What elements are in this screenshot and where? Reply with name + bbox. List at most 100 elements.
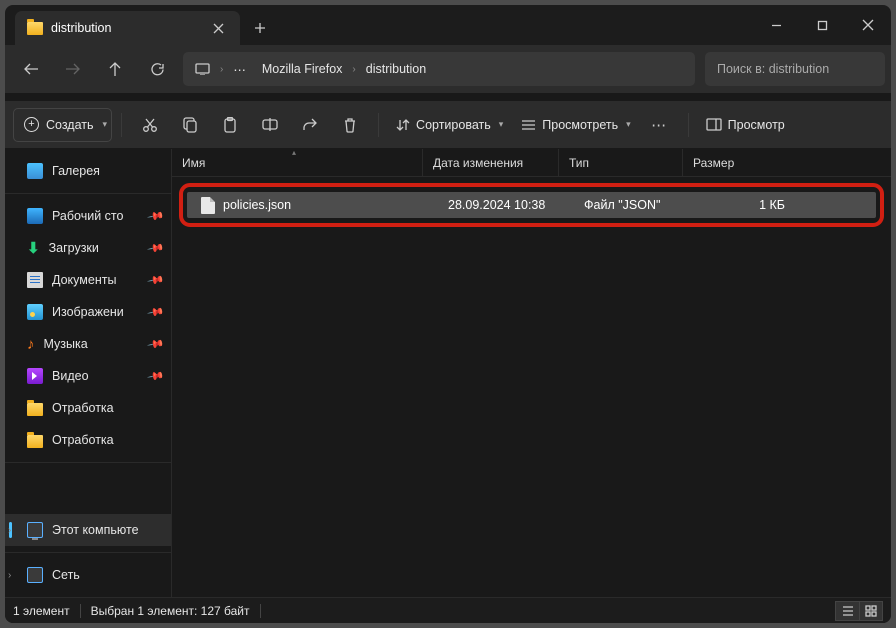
maximize-button[interactable] xyxy=(799,5,845,45)
view-details-button[interactable] xyxy=(835,601,859,621)
sidebar-item-video[interactable]: Видео 📌 xyxy=(5,360,171,392)
sidebar-item-label: Отработка xyxy=(52,401,114,415)
chevron-down-icon: ▾ xyxy=(626,119,631,130)
pin-icon: 📌 xyxy=(147,239,166,258)
sidebar-item-folder[interactable]: Отработка xyxy=(5,424,171,456)
column-header-date[interactable]: Дата изменения xyxy=(423,149,559,176)
minimize-button[interactable] xyxy=(753,5,799,45)
pin-icon: 📌 xyxy=(147,335,166,354)
folder-icon xyxy=(27,435,43,448)
nav-bar: › ⋯ Mozilla Firefox › distribution Поиск… xyxy=(5,45,891,93)
sidebar-divider xyxy=(5,193,171,194)
column-header-type[interactable]: Тип xyxy=(559,149,683,176)
sidebar-item-music[interactable]: ♪ Музыка 📌 xyxy=(5,328,171,360)
pictures-icon xyxy=(27,304,43,320)
up-button[interactable] xyxy=(95,52,135,86)
close-button[interactable] xyxy=(845,5,891,45)
chevron-down-icon: ▾ xyxy=(499,119,504,130)
chevron-right-icon[interactable]: › xyxy=(218,64,225,75)
path-segment-distribution[interactable]: distribution xyxy=(358,52,434,86)
preview-pane-button[interactable]: Просмотр xyxy=(698,108,793,142)
forward-button[interactable] xyxy=(53,52,93,86)
file-row[interactable]: policies.json 28.09.2024 10:38 Файл "JSO… xyxy=(187,192,876,218)
sidebar-item-gallery[interactable]: Галерея xyxy=(5,155,171,187)
cell-date: 28.09.2024 10:38 xyxy=(448,198,584,212)
sidebar-divider xyxy=(5,462,171,463)
sidebar-item-label: Рабочий сто xyxy=(52,209,123,223)
network-icon xyxy=(27,567,43,583)
share-button[interactable] xyxy=(291,108,329,142)
pin-icon: 📌 xyxy=(147,207,166,226)
sidebar-item-label: Этот компьюте xyxy=(52,523,139,537)
sidebar-item-downloads[interactable]: ⬇ Загрузки 📌 xyxy=(5,232,171,264)
cell-type: Файл "JSON" xyxy=(584,198,708,212)
file-icon xyxy=(201,197,215,214)
tab-close-button[interactable] xyxy=(204,14,232,42)
new-button[interactable]: + Создать ▾ xyxy=(13,108,112,142)
sidebar-item-desktop[interactable]: Рабочий сто 📌 xyxy=(5,200,171,232)
path-root-icon[interactable] xyxy=(187,52,218,86)
gallery-icon xyxy=(27,163,43,179)
folder-icon xyxy=(27,22,43,35)
sidebar-item-documents[interactable]: Документы 📌 xyxy=(5,264,171,296)
sidebar-item-thispc[interactable]: › Этот компьюте xyxy=(5,514,171,546)
status-count: 1 элемент xyxy=(13,604,70,618)
column-headers: ▴ Имя Дата изменения Тип Размер xyxy=(172,149,891,177)
desktop-icon xyxy=(27,208,43,224)
view-mode-toggles xyxy=(835,601,883,621)
column-header-name[interactable]: Имя xyxy=(172,149,423,176)
chevron-down-icon: ▾ xyxy=(103,119,108,130)
spacer xyxy=(5,93,891,101)
window-tab[interactable]: distribution xyxy=(15,11,240,45)
separator xyxy=(688,113,689,137)
cell-size: 1 КБ xyxy=(708,198,793,212)
title-bar: distribution xyxy=(5,5,891,45)
address-bar[interactable]: › ⋯ Mozilla Firefox › distribution xyxy=(183,52,695,86)
more-button[interactable]: ⋯ xyxy=(641,108,679,142)
explorer-window: distribution xyxy=(5,5,891,623)
view-thumbnails-button[interactable] xyxy=(859,601,883,621)
sort-button[interactable]: Сортировать ▾ xyxy=(388,108,511,142)
path-segment-firefox[interactable]: Mozilla Firefox xyxy=(254,52,351,86)
search-input[interactable]: Поиск в: distribution xyxy=(705,52,885,86)
column-header-size[interactable]: Размер xyxy=(683,149,891,176)
sort-label: Сортировать xyxy=(416,118,491,132)
chevron-right-icon[interactable]: › xyxy=(8,525,22,536)
sidebar-item-label: Видео xyxy=(52,369,89,383)
sidebar-item-network[interactable]: › Сеть xyxy=(5,559,171,591)
refresh-button[interactable] xyxy=(137,52,177,86)
preview-label: Просмотр xyxy=(728,118,785,132)
sidebar-item-label: Изображени xyxy=(52,305,124,319)
toolbar: + Создать ▾ Сортировать ▾ xyxy=(5,101,891,149)
pin-icon: 📌 xyxy=(147,367,166,386)
cut-button[interactable] xyxy=(131,108,169,142)
sidebar-item-label: Отработка xyxy=(52,433,114,447)
copy-button[interactable] xyxy=(171,108,209,142)
tab-title: distribution xyxy=(51,21,196,35)
view-button[interactable]: Просмотреть ▾ xyxy=(513,108,638,142)
paste-button[interactable] xyxy=(211,108,249,142)
highlight-callout: policies.json 28.09.2024 10:38 Файл "JSO… xyxy=(179,183,884,227)
sort-indicator-icon: ▴ xyxy=(292,149,296,157)
status-selected: Выбран 1 элемент: 127 байт xyxy=(91,604,250,618)
video-icon xyxy=(27,368,43,384)
cell-name: policies.json xyxy=(223,198,448,212)
chevron-right-icon[interactable]: › xyxy=(8,570,22,581)
sidebar-item-label: Галерея xyxy=(52,164,100,178)
new-tab-button[interactable] xyxy=(240,11,280,45)
sidebar-item-label: Музыка xyxy=(44,337,88,351)
back-button[interactable] xyxy=(11,52,51,86)
plus-icon: + xyxy=(24,117,39,132)
sidebar-item-pictures[interactable]: Изображени 📌 xyxy=(5,296,171,328)
folder-icon xyxy=(27,403,43,416)
separator xyxy=(260,604,261,618)
delete-button[interactable] xyxy=(331,108,369,142)
sidebar-item-label: Документы xyxy=(52,273,116,287)
path-ellipsis[interactable]: ⋯ xyxy=(225,52,254,86)
chevron-right-icon[interactable]: › xyxy=(350,64,357,75)
separator xyxy=(121,113,122,137)
rename-button[interactable] xyxy=(251,108,289,142)
sidebar: Галерея Рабочий сто 📌 ⬇ Загрузки 📌 Докум… xyxy=(5,149,172,597)
sidebar-item-folder[interactable]: Отработка xyxy=(5,392,171,424)
sidebar-divider xyxy=(5,552,171,553)
